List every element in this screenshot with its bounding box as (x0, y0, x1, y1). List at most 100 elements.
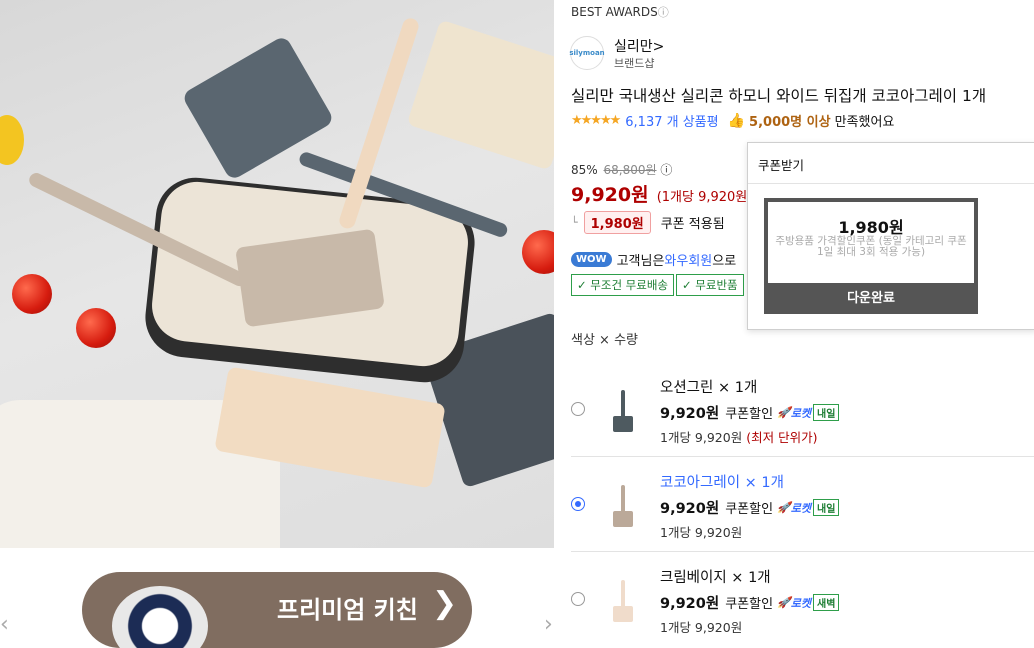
original-price: 68,800원 (603, 163, 657, 177)
info-icon[interactable]: ⓘ (660, 163, 672, 177)
satisfaction-count: 5,000명 이상 (749, 115, 831, 130)
carousel-prev-icon[interactable]: ‹ (0, 612, 9, 637)
brand-shop-label: 브랜드샵 (614, 57, 655, 70)
option-unit-text: 1개당 9,920원 (660, 525, 743, 540)
rocket-label: 로켓 (790, 406, 812, 420)
option-radio[interactable] (571, 402, 585, 416)
thumb-head (613, 511, 633, 527)
rocket-label: 로켓 (790, 596, 812, 610)
satisfaction-text: 만족했어요 (834, 115, 895, 130)
best-awards-label: BEST AWARDS (571, 5, 658, 19)
thumb-handle (621, 580, 625, 608)
lemon (0, 115, 24, 165)
star-rating-icon: ★★★★★ (571, 113, 621, 128)
option-unit-text: 1개당 9,920원 (660, 430, 743, 445)
option-coupon-label: 쿠폰할인 (725, 502, 774, 517)
option-radio[interactable] (571, 592, 585, 606)
carousel-next-icon[interactable]: › (544, 612, 553, 637)
rocket-delivery-badge: 🚀 로켓 내일 (777, 499, 840, 516)
delivery-tag: 내일 (813, 404, 840, 421)
coupon-popup-title: 쿠폰받기 (758, 158, 805, 173)
option-item-ocean-green[interactable]: 오션그린 × 1개 9,920원 쿠폰할인 🚀 로켓 내일 1개당 9,920원 (최… (571, 372, 1034, 465)
discount-rate: 85% (571, 163, 598, 177)
rocket-delivery-badge: 🚀 로켓 내일 (777, 404, 840, 421)
rocket-delivery-badge: 🚀 로켓 새벽 (777, 594, 840, 611)
option-item-cocoa-gray[interactable]: 코코아그레이 × 1개 9,920원 쿠폰할인 🚀 로켓 내일 1개당 9,920원 (571, 467, 1034, 560)
coupon-applied-label: 쿠폰 적용됨 (660, 217, 725, 232)
thumbs-up-icon: 👍 (727, 112, 746, 129)
option-radio-selected[interactable] (571, 497, 585, 511)
brand-link[interactable]: 실리만> (614, 36, 664, 56)
tomato (76, 308, 116, 348)
divider (571, 551, 1034, 552)
option-unit-price: 1개당 9,920원 (660, 617, 742, 636)
info-icon[interactable]: ⓘ (658, 6, 669, 19)
wow-badge: WOW (571, 252, 612, 267)
option-price: 9,920원 (660, 501, 720, 517)
delivery-tag: 새벽 (813, 594, 840, 611)
delivery-tag: 내일 (813, 499, 840, 516)
option-price: 9,920원 (660, 596, 720, 612)
review-count-link[interactable]: 6,137 개 상품평 (625, 111, 718, 130)
unit-price: (1개당 9,920원) (656, 190, 753, 205)
product-main-image (0, 0, 554, 548)
shipping-badges: ✓ 무조건 무료배송 ✓ 무료반품 (571, 274, 746, 296)
thumb-head (613, 606, 633, 622)
divider (571, 456, 1034, 457)
option-name: 크림베이지 × 1개 (660, 570, 771, 586)
coupon-card: 1,980원 주방용품 가격할인쿠폰 (동일 카테고리 쿠폰 1일 최대 3회 … (764, 198, 978, 314)
brand-name: 실리만 (614, 39, 653, 55)
option-coupon-label: 쿠폰할인 (725, 407, 774, 422)
rocket-icon: 🚀 (777, 596, 791, 609)
plate-image (112, 586, 208, 648)
rocket-icon: 🚀 (777, 406, 791, 419)
free-shipping-badge: ✓ 무조건 무료배송 (571, 274, 675, 296)
cutting-board-beige (406, 19, 554, 171)
coupon-description: 주방용품 가격할인쿠폰 (동일 카테고리 쿠폰 1일 최대 3회 적용 가능) (775, 235, 967, 258)
option-price-line: 9,920원 쿠폰할인 🚀 로켓 내일 (660, 497, 840, 518)
thumb-handle (621, 485, 625, 513)
thumb-head (613, 416, 633, 432)
option-price-line: 9,920원 쿠폰할인 🚀 로켓 내일 (660, 402, 840, 423)
option-thumbnail (613, 390, 633, 432)
tomato (12, 274, 52, 314)
premium-kitchen-banner[interactable]: 프리미엄 키친 ❯ (82, 572, 472, 648)
divider (748, 183, 1034, 184)
rating-row: ★★★★★ 6,137 개 상품평 👍 5,000명 이상 만족했어요 (571, 111, 895, 131)
corner-icon: └ (571, 216, 578, 229)
sale-price: 9,920원 (571, 184, 649, 206)
option-price: 9,920원 (660, 406, 720, 422)
tomato (522, 230, 554, 274)
option-unit-price: 1개당 9,920원 (최저 단위가) (660, 427, 817, 446)
option-thumbnail (613, 485, 633, 527)
rocket-label: 로켓 (790, 501, 812, 515)
lowest-unit-label: (최저 단위가) (746, 430, 818, 445)
option-title: 색상 × 수량 (571, 333, 638, 348)
free-return-badge: ✓ 무료반품 (676, 274, 744, 296)
option-unit-price: 1개당 9,920원 (660, 522, 742, 541)
option-name: 오션그린 × 1개 (660, 380, 758, 396)
wow-text-suffix: 으로 (712, 254, 737, 269)
brand-logo[interactable]: silymoan (569, 36, 605, 70)
option-item-cream-beige[interactable]: 크림베이지 × 1개 9,920원 쿠폰할인 🚀 로켓 새벽 1개당 9,920원 (571, 562, 1034, 648)
option-name: 코코아그레이 × 1개 (660, 475, 784, 491)
option-coupon-label: 쿠폰할인 (725, 597, 774, 612)
chevron-right-icon: > (652, 39, 665, 55)
rocket-icon: 🚀 (777, 501, 791, 514)
coupon-popup: 쿠폰받기 1,980원 주방용품 가격할인쿠폰 (동일 카테고리 쿠폰 1일 최… (747, 142, 1034, 330)
option-thumbnail (613, 580, 633, 622)
thumb-handle (621, 390, 625, 418)
wow-text-prefix: 고객님은 (616, 254, 665, 269)
coupon-amount-badge[interactable]: 1,980원 (583, 211, 651, 234)
best-awards[interactable]: BEST AWARDSⓘ (571, 4, 669, 20)
banner-text: 프리미엄 키친 (277, 596, 418, 624)
wow-row: WOW 고객님은 와우회원 으로 (571, 250, 736, 269)
price-row: 9,920원 (1개당 9,920원) (571, 180, 752, 207)
chevron-right-icon: ❯ (432, 586, 458, 621)
product-title: 실리만 국내생산 실리콘 하모니 와이드 뒤집개 코코아그레이 1개 (571, 87, 987, 105)
option-unit-text: 1개당 9,920원 (660, 620, 743, 635)
discount-row: 85% 68,800원 ⓘ (571, 161, 672, 178)
wow-member-link[interactable]: 와우회원 (664, 250, 712, 269)
coupon-download-done-button[interactable]: 다운완료 (768, 283, 974, 310)
coupon-row: └ 1,980원 쿠폰 적용됨 (571, 211, 725, 234)
